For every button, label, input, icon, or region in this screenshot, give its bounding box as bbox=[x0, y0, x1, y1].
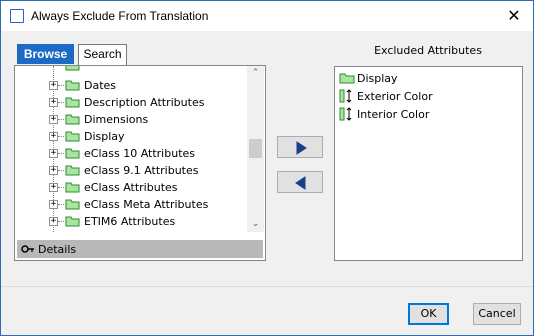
expand-icon[interactable]: + bbox=[49, 149, 58, 158]
tab-search[interactable]: Search bbox=[78, 44, 127, 65]
add-to-excluded-button[interactable] bbox=[277, 136, 323, 158]
tree-item-display[interactable]: + Display bbox=[15, 128, 245, 145]
tree-connector bbox=[58, 85, 64, 86]
tree-item-label: Display bbox=[84, 130, 125, 143]
tree-item-label: eClass Attributes bbox=[84, 181, 178, 194]
window-icon bbox=[10, 9, 24, 23]
tree-connector bbox=[58, 119, 64, 120]
folder-icon bbox=[65, 199, 80, 210]
tree-item-label: eClass 10 Attributes bbox=[84, 147, 195, 160]
folder-icon bbox=[65, 97, 80, 108]
scroll-thumb[interactable] bbox=[249, 139, 262, 158]
tree-connector bbox=[58, 136, 64, 137]
expand-icon[interactable]: + bbox=[49, 200, 58, 209]
folder-icon bbox=[339, 73, 355, 84]
cancel-button[interactable]: Cancel bbox=[473, 303, 521, 325]
folder-icon bbox=[65, 66, 80, 71]
arrow-left-icon bbox=[295, 176, 306, 190]
tree-item-eclass-meta-attributes[interactable]: + eClass Meta Attributes bbox=[15, 196, 245, 213]
expand-icon[interactable]: + bbox=[49, 183, 58, 192]
excluded-item-label: Display bbox=[357, 72, 398, 85]
title-bar: Always Exclude From Translation ✕ bbox=[1, 1, 533, 31]
folder-icon bbox=[65, 165, 80, 176]
key-icon bbox=[21, 245, 34, 253]
expand-icon[interactable]: + bbox=[49, 98, 58, 107]
tree-item-etim6-attributes[interactable]: + ETIM6 Attributes bbox=[15, 213, 245, 230]
attribute-icon bbox=[339, 89, 352, 103]
tree-item-eclass-10-attributes[interactable]: + eClass 10 Attributes bbox=[15, 145, 245, 162]
dialog-window: Always Exclude From Translation ✕ Browse… bbox=[0, 0, 534, 336]
tree-connector bbox=[58, 187, 64, 188]
remove-from-excluded-button[interactable] bbox=[277, 171, 323, 193]
scroll-down-icon[interactable]: ⌄ bbox=[247, 217, 264, 232]
expand-icon[interactable]: + bbox=[49, 81, 58, 90]
tree-connector bbox=[58, 221, 64, 222]
folder-icon bbox=[65, 80, 80, 91]
tree-connector bbox=[58, 153, 64, 154]
tree-item-label: Description Attributes bbox=[84, 96, 205, 109]
ok-button[interactable]: OK bbox=[408, 303, 449, 325]
excluded-attributes-title: Excluded Attributes bbox=[374, 44, 482, 57]
folder-icon bbox=[65, 182, 80, 193]
scroll-up-icon[interactable]: ⌃ bbox=[247, 66, 264, 81]
expand-icon[interactable]: + bbox=[49, 132, 58, 141]
tree-connector bbox=[58, 102, 64, 103]
tree-item-label: Dimensions bbox=[84, 113, 149, 126]
tree-item-label: ETIM6 Attributes bbox=[84, 215, 176, 228]
expand-icon[interactable]: + bbox=[49, 166, 58, 175]
attribute-tree: + Dates + Description Attributes + Dimen… bbox=[15, 66, 247, 232]
tree-connector bbox=[58, 170, 64, 171]
close-icon[interactable]: ✕ bbox=[503, 6, 525, 26]
excluded-item-exterior-color[interactable]: Exterior Color bbox=[338, 88, 518, 105]
tree-item-label: Dates bbox=[84, 79, 117, 92]
excluded-item-display[interactable]: Display bbox=[338, 70, 518, 87]
expand-icon[interactable]: + bbox=[49, 217, 58, 226]
details-toggle[interactable]: Details bbox=[17, 240, 263, 258]
tree-item-label: eClass 9.1 Attributes bbox=[84, 164, 199, 177]
tree-item-eclass-9-1-attributes[interactable]: + eClass 9.1 Attributes bbox=[15, 162, 245, 179]
attribute-icon bbox=[339, 107, 352, 121]
tree-item-label: eClass Meta Attributes bbox=[84, 198, 209, 211]
excluded-attributes-list[interactable]: Display Exterior Color Interior Color bbox=[334, 66, 523, 261]
tab-browse[interactable]: Browse bbox=[17, 44, 74, 64]
excluded-item-label: Exterior Color bbox=[357, 90, 433, 103]
tree-item-dates[interactable]: + Dates bbox=[15, 77, 245, 94]
excluded-item-interior-color[interactable]: Interior Color bbox=[338, 106, 518, 123]
excluded-item-label: Interior Color bbox=[357, 108, 430, 121]
details-label: Details bbox=[38, 243, 77, 256]
tree-item-description-attributes[interactable]: + Description Attributes bbox=[15, 94, 245, 111]
folder-icon bbox=[65, 114, 80, 125]
footer-divider bbox=[1, 286, 533, 287]
tree-item-dimensions[interactable]: + Dimensions bbox=[15, 111, 245, 128]
tree-item-eclass-attributes[interactable]: + eClass Attributes bbox=[15, 179, 245, 196]
folder-icon bbox=[65, 131, 80, 142]
folder-icon bbox=[65, 148, 80, 159]
expand-icon[interactable]: + bbox=[49, 115, 58, 124]
tree-connector bbox=[58, 204, 64, 205]
window-title: Always Exclude From Translation bbox=[31, 9, 209, 23]
folder-icon bbox=[65, 216, 80, 227]
attribute-tree-panel: + Dates + Description Attributes + Dimen… bbox=[14, 65, 266, 261]
arrow-right-icon bbox=[296, 141, 307, 155]
tree-scrollbar[interactable]: ⌃ ⌄ bbox=[247, 66, 264, 232]
